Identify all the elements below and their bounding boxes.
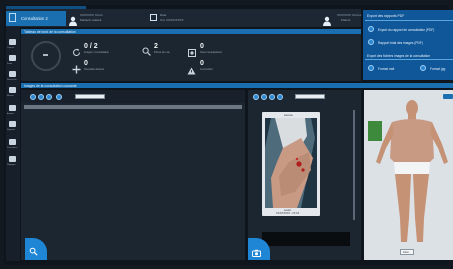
preview-tool-1-icon[interactable] [253,94,259,100]
date-value: Xxx XX/XX/XXXX [160,18,184,22]
sidebar-item-2[interactable]: Zoom [7,54,19,66]
doctor-name: XXXXXXX Xxxxx [80,13,103,17]
images-header [21,83,453,88]
patient-user-icon [323,13,331,26]
stat-images-label: Images / Consultation [84,51,110,54]
image-list-toolbar [21,90,245,103]
stat-warning-label: A surveiller [200,68,213,71]
sidebar-item-label: Recherche [7,78,17,81]
doctor-role: Médecin traitant [80,18,102,22]
export-total-button[interactable]: Rapport total des images (PDF) [378,41,423,45]
stat-images-value: 0 / 2 [84,43,98,50]
stat-new-icon [72,61,81,79]
images-title: Images de la consultation courante [24,83,77,88]
preview-top-label: Aucune [284,113,293,117]
export-pdf-title: Export des rapports PDF [367,14,405,18]
doctor-user-icon [69,13,77,26]
sidebar-item-label: Capture [7,46,15,49]
window-app-icon [9,13,16,22]
zoom-icon [9,55,16,61]
consultation-progress-ring [31,41,61,71]
list-filter-input[interactable] [75,94,105,99]
stat-compare-icon [188,44,196,62]
sidebar-item-label: Mesure [7,94,14,97]
pen-icon [9,105,16,111]
preview-scrollbar[interactable] [353,110,355,220]
list-tool-1-icon[interactable] [30,94,36,100]
body-map-figure[interactable] [364,98,453,248]
image-list-panel [21,90,245,260]
list-selection-row[interactable] [24,105,242,109]
window-title: Consultation 2 [21,16,48,21]
export-total-icon [368,39,374,45]
preview-next-strip [262,232,350,246]
export-consult-icon [368,26,374,32]
sidebar-item-label: Zoom [7,62,13,65]
sliders-icon [9,156,16,162]
report-icon [9,121,16,127]
export-images-title: Export des fichiers images de la consult… [367,54,431,58]
stat-warning-icon [187,62,196,80]
sidebar-item-1[interactable]: Capture [7,38,19,50]
stat-views-label: Prises de vue [154,51,170,54]
sidebar-item-label: Annoter [7,112,15,115]
export-images-divider [365,59,453,60]
stat-new-label: Nouvelles lésions [84,68,105,71]
sidebar-item-label: Réglages [7,163,16,166]
sidebar-item-6[interactable]: Rapports [7,120,19,132]
progress-ring-center-dot [43,54,48,56]
preview-filter-input[interactable] [295,94,325,99]
sidebar-item-label: Paramètres [7,146,18,149]
search-icon [9,71,16,77]
body-view-label: Face [403,250,409,254]
format-mdt-button[interactable]: Format mdt [378,67,394,71]
sidebar-item-label: Rapports [7,128,16,131]
stat-warning-value: 0 [200,60,204,67]
sidebar-item-3[interactable]: Recherche [7,70,19,82]
format-jpg-icon [420,65,426,71]
export-pdf-divider [365,20,453,21]
sidebar-item-5[interactable]: Annoter [7,104,19,116]
patient-sub: Patient [341,18,351,22]
preview-tool-3-icon[interactable] [269,94,275,100]
sidebar-item-8[interactable]: Réglages [7,155,19,167]
stat-new-value: 0 [84,60,88,67]
export-consult-button[interactable]: Export du rapport de consultation (PDF) [378,28,434,32]
preview-tool-4-icon[interactable] [277,94,283,100]
patient-name: XXXXXXX Xxxxxx [337,13,362,17]
ruler-icon [9,87,16,93]
stat-images-icon [72,44,81,62]
calendar-icon [150,14,157,21]
camera-icon [9,39,16,45]
list-search-icon [29,243,38,261]
list-tool-3-icon[interactable] [46,94,52,100]
preview-tool-2-icon[interactable] [261,94,267,100]
gear-icon [9,139,16,145]
camera-icon [252,244,261,262]
stat-compare-value: 0 [200,43,204,50]
list-tool-4-icon[interactable] [56,94,62,100]
format-mdt-icon [368,65,374,71]
format-jpg-button[interactable]: Format jpg [430,67,445,71]
stat-views-icon [142,43,151,61]
sidebar-item-7[interactable]: Paramètres [7,138,19,150]
stat-compare-label: Vues comparatives [200,51,222,54]
date-label: Date [160,13,167,17]
skin-photo [265,118,317,208]
sidebar-item-4[interactable]: Mesure [7,86,19,98]
stat-views-value: 2 [154,43,158,50]
preview-date: XX/XX/XXXX - XX:XX [276,212,300,215]
list-tool-2-icon[interactable] [38,94,44,100]
